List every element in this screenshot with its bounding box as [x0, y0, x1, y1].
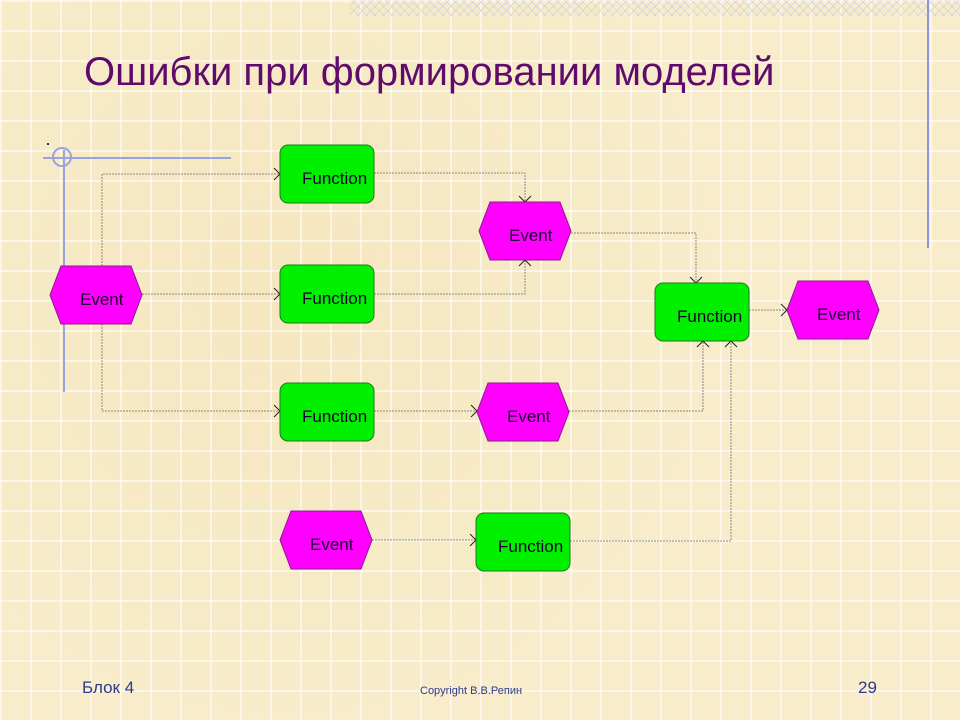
function-node-function-3[interactable]: Function — [279, 382, 375, 442]
event-node-event-end[interactable]: Event — [786, 280, 880, 340]
node-label: Event — [507, 407, 551, 426]
node-label: Function — [302, 169, 367, 188]
node-label: Function — [677, 307, 742, 326]
node-label: Event — [80, 290, 124, 309]
connector-function-orphan-to-function-final — [570, 341, 732, 542]
node-label: Function — [498, 537, 563, 556]
function-node-function-orphan[interactable]: Function — [475, 512, 571, 572]
connector-event-start-to-function-3 — [101, 324, 280, 412]
function-node-function-1[interactable]: Function — [279, 144, 375, 204]
event-node-event-start[interactable]: Event — [49, 265, 143, 325]
function-node-function-2[interactable]: Function — [279, 264, 375, 324]
page-number: 29 — [858, 678, 877, 697]
connector-function-1-to-event-middle — [374, 172, 526, 202]
connector-event-lower-to-function-final — [569, 341, 704, 412]
node-label: Event — [817, 305, 861, 324]
connector-event-start-to-function-1 — [101, 173, 280, 266]
node-label: Function — [302, 289, 367, 308]
connector-event-middle-to-function-final — [571, 232, 697, 283]
connector-function-2-to-event-middle — [374, 260, 526, 295]
event-node-event-lower[interactable]: Event — [476, 382, 570, 442]
node-label: Event — [509, 226, 553, 245]
nodes: Event Function Function Function Event Event F… — [49, 144, 880, 572]
footer-block-label: Блок 4 — [82, 678, 135, 697]
node-label: Function — [302, 407, 367, 426]
function-node-function-final[interactable]: Function — [654, 282, 750, 342]
epc-diagram: Event Function Function Function Event Event F… — [49, 144, 880, 572]
footer-copyright: Copyright В.В.Репин — [420, 685, 523, 697]
node-label: Event — [310, 535, 354, 554]
event-node-event-middle[interactable]: Event — [478, 201, 572, 261]
connectors — [101, 167, 788, 547]
event-node-event-orphan[interactable]: Event — [279, 510, 373, 570]
